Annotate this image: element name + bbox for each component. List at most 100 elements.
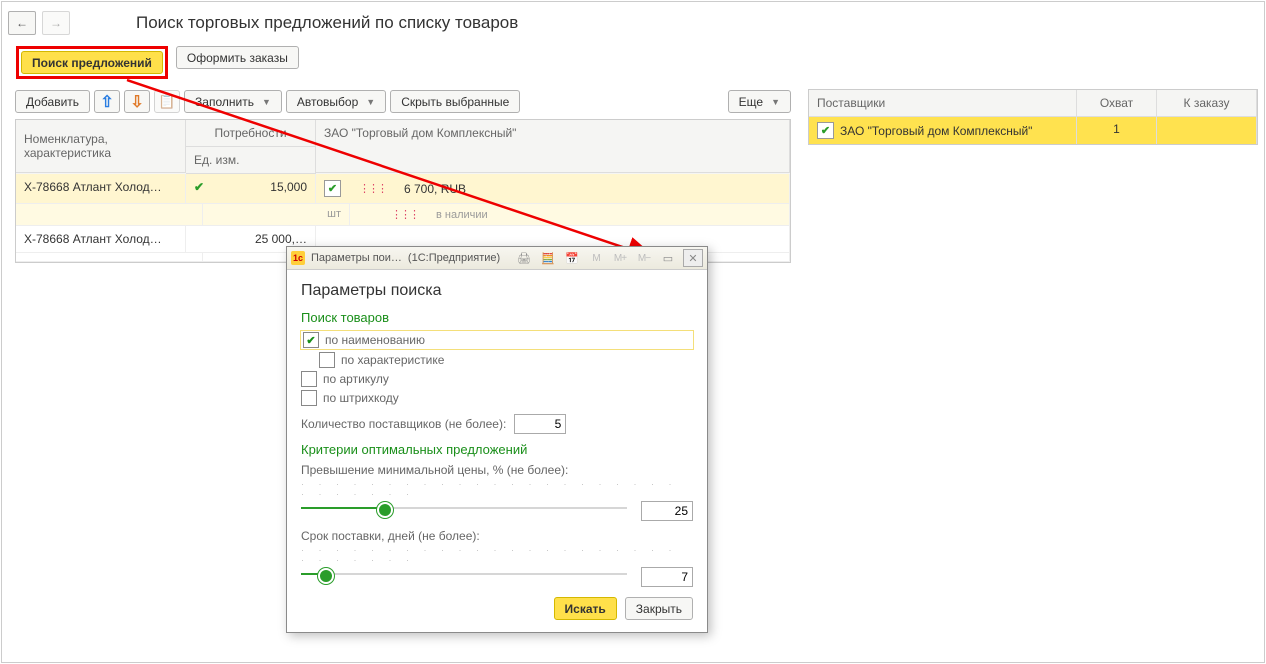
left-pane: Добавить ⇧ ⇩ 📋 Заполнить ▼ Автовыбор ▼ <box>8 89 798 264</box>
panes: Добавить ⇧ ⇩ 📋 Заполнить ▼ Автовыбор ▼ <box>2 89 1264 264</box>
arrow-right-icon: → <box>50 16 62 30</box>
col-suppliers[interactable]: Поставщики <box>809 90 1077 116</box>
price-excess-input[interactable] <box>641 501 693 521</box>
nav-forward-button[interactable]: → <box>42 11 70 35</box>
checkbox-by-barcode[interactable] <box>301 390 317 406</box>
move-up-button[interactable]: ⇧ <box>94 90 120 113</box>
checkbox-by-barcode-label: по штрихкоду <box>323 391 399 405</box>
chevron-down-icon: ▼ <box>262 97 271 107</box>
fill-label: Заполнить <box>195 95 254 109</box>
make-orders-button[interactable]: Оформить заказы <box>176 46 299 69</box>
dialog-title-short: Параметры пои… <box>311 252 402 264</box>
spark-icon: ⋮⋮⋮ <box>359 182 386 195</box>
dialog-title-app: (1С:Предприятие) <box>408 252 500 264</box>
dialog-titlebar[interactable]: 1c Параметры пои… (1С:Предприятие) 🖨 🧮 📅… <box>287 247 707 270</box>
fill-button[interactable]: Заполнить ▼ <box>184 90 282 113</box>
left-toolbar: Добавить ⇧ ⇩ 📋 Заполнить ▼ Автовыбор ▼ <box>9 90 797 119</box>
calendar-icon[interactable]: 📅 <box>563 250 581 266</box>
memory-mplus-icon[interactable]: M+ <box>611 250 629 266</box>
dialog-buttons: Искать Закрыть <box>301 597 693 620</box>
main-button-row: Поиск предложений Оформить заказы <box>2 44 1264 89</box>
price-excess-slider[interactable] <box>301 501 627 515</box>
check-icon: ✔ <box>194 180 204 194</box>
chevron-down-icon: ▼ <box>771 97 780 107</box>
slider-ticks: · · · · · · · · · · · · · · · · · · · · … <box>301 545 693 565</box>
col-needs[interactable]: Потребности <box>186 120 316 147</box>
checkbox-by-characteristic-row[interactable]: по характеристике <box>319 352 693 368</box>
close-icon[interactable]: ✕ <box>683 249 703 267</box>
clipboard-button[interactable]: 📋 <box>154 90 180 113</box>
checkbox-by-article-label: по артикулу <box>323 372 389 386</box>
search-params-dialog: 1c Параметры пои… (1С:Предприятие) 🖨 🧮 📅… <box>286 246 708 633</box>
supplier-row[interactable]: ✔ ЗАО "Торговый дом Комплексный" 1 <box>809 117 1257 144</box>
cell-unit: шт <box>203 204 350 225</box>
memory-m-icon[interactable]: M <box>587 250 605 266</box>
delivery-days-slider[interactable] <box>301 567 627 581</box>
clipboard-icon: 📋 <box>158 93 175 110</box>
suppliers-count-input[interactable] <box>514 414 566 434</box>
checkbox-by-name-label: по наименованию <box>325 333 425 347</box>
checkbox-by-name[interactable]: ✔ <box>303 332 319 348</box>
price-excess-label: Превышение минимальной цены, % (не более… <box>301 463 693 477</box>
print-icon[interactable]: 🖨 <box>515 250 533 266</box>
offer-price: 6 700, RUB <box>404 182 466 196</box>
more-label: Еще <box>739 95 763 109</box>
app-1c-icon: 1c <box>291 251 305 265</box>
offer-checkbox[interactable]: ✔ <box>324 180 341 197</box>
checkbox-by-name-row[interactable]: ✔ по наименованию <box>301 331 693 349</box>
slider-knob[interactable] <box>377 502 393 518</box>
col-to-order[interactable]: К заказу <box>1157 90 1257 116</box>
table-row-sub: шт ⋮⋮⋮ в наличии <box>16 204 790 226</box>
cell-qty: ✔ 15,000 <box>186 174 316 203</box>
delivery-days-label: Срок поставки, дней (не более): <box>301 529 693 543</box>
dialog-body: Параметры поиска Поиск товаров ✔ по наим… <box>287 270 707 632</box>
supplier-checkbox[interactable]: ✔ <box>817 122 834 139</box>
search-offers-button[interactable]: Поиск предложений <box>21 51 163 74</box>
delivery-days-input[interactable] <box>641 567 693 587</box>
supplier-name: ЗАО "Торговый дом Комплексный" <box>840 124 1032 138</box>
calculator-icon[interactable]: 🧮 <box>539 250 557 266</box>
suppliers-table-header: Поставщики Охват К заказу <box>809 90 1257 117</box>
dialog-search-button[interactable]: Искать <box>554 597 617 620</box>
dialog-close-button[interactable]: Закрыть <box>625 597 693 620</box>
suppliers-table: Поставщики Охват К заказу ✔ ЗАО "Торговы… <box>808 89 1258 145</box>
col-coverage[interactable]: Охват <box>1077 90 1157 116</box>
more-button[interactable]: Еще ▼ <box>728 90 791 113</box>
left-table: Номенклатура, характеристика Потребности… <box>15 119 791 263</box>
chevron-down-icon: ▼ <box>366 97 375 107</box>
auto-select-label: Автовыбор <box>297 95 358 109</box>
supplier-to-order <box>1157 117 1257 144</box>
table-row[interactable]: X-78668 Атлант Холод… ✔ 15,000 ✔ ⋮⋮⋮ 6 7… <box>16 174 790 204</box>
col-units[interactable]: Ед. изм. <box>186 147 316 174</box>
checkbox-by-barcode-row[interactable]: по штрихкоду <box>301 390 693 406</box>
checkbox-by-characteristic-label: по характеристике <box>341 353 444 367</box>
auto-select-button[interactable]: Автовыбор ▼ <box>286 90 386 113</box>
checkbox-by-article-row[interactable]: по артикулу <box>301 371 693 387</box>
add-button[interactable]: Добавить <box>15 90 90 113</box>
hide-selected-button[interactable]: Скрыть выбранные <box>390 90 520 113</box>
move-down-button[interactable]: ⇩ <box>124 90 150 113</box>
minimize-icon[interactable]: ▭ <box>659 250 677 266</box>
slider-knob[interactable] <box>318 568 334 584</box>
suppliers-count-row: Количество поставщиков (не более): <box>301 414 693 434</box>
qty-value: 15,000 <box>270 180 307 194</box>
highlight-search-offers: Поиск предложений <box>16 46 168 79</box>
col-nomenclature[interactable]: Номенклатура, характеристика <box>16 120 186 173</box>
right-pane: Поставщики Охват К заказу ✔ ЗАО "Торговы… <box>808 89 1258 264</box>
slider-ticks: · · · · · · · · · · · · · · · · · · · · … <box>301 479 693 499</box>
section-criteria: Критерии оптимальных предложений <box>301 442 693 457</box>
col-supplier[interactable]: ЗАО "Торговый дом Комплексный" <box>316 120 790 173</box>
spark-icon: ⋮⋮⋮ <box>391 208 418 221</box>
arrow-up-icon: ⇧ <box>100 92 113 112</box>
left-table-header: Номенклатура, характеристика Потребности… <box>16 120 790 174</box>
dialog-heading: Параметры поиска <box>301 282 693 300</box>
memory-mminus-icon[interactable]: M− <box>635 250 653 266</box>
arrow-down-icon: ⇩ <box>130 92 143 112</box>
suppliers-count-label: Количество поставщиков (не более): <box>301 417 506 431</box>
nav-back-button[interactable]: ← <box>8 11 36 35</box>
section-search-products: Поиск товаров <box>301 310 693 325</box>
page-title: Поиск торговых предложений по списку тов… <box>136 13 518 33</box>
checkbox-by-characteristic[interactable] <box>319 352 335 368</box>
cell-supplier-offer: ✔ ⋮⋮⋮ 6 700, RUB <box>316 174 790 203</box>
checkbox-by-article[interactable] <box>301 371 317 387</box>
